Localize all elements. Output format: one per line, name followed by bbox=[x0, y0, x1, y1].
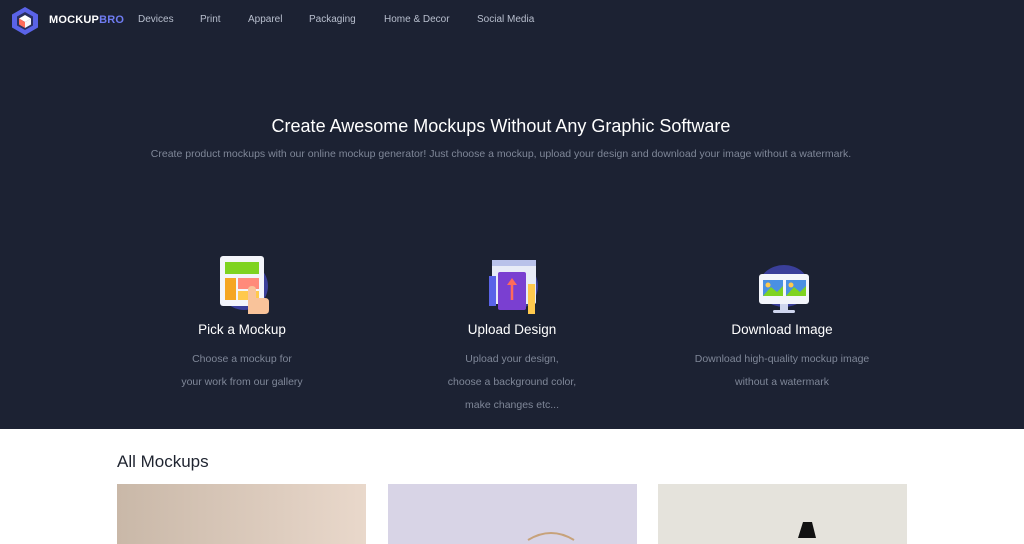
mockup-card[interactable] bbox=[658, 484, 907, 544]
hero-subline: Create product mockups with our online m… bbox=[150, 148, 852, 160]
step-title: Pick a Mockup bbox=[198, 322, 286, 337]
hero-headline: Create Awesome Mockups Without Any Graph… bbox=[271, 116, 731, 136]
hero-section: MOCKUPBRO Devices Print Apparel Packagin… bbox=[0, 0, 1024, 429]
nav-print[interactable]: Print bbox=[200, 14, 221, 25]
logo-icon[interactable] bbox=[10, 6, 40, 36]
step-description-line: your work from our gallery bbox=[181, 376, 303, 388]
nav-devices[interactable]: Devices bbox=[138, 14, 174, 25]
step-description: Choose a mockup for your work from our g… bbox=[112, 348, 372, 394]
step-description-line: choose a background color, bbox=[447, 376, 577, 388]
nav-packaging[interactable]: Packaging bbox=[309, 14, 356, 25]
section-title: All Mockups bbox=[117, 452, 209, 471]
brand-name[interactable]: MOCKUPBRO bbox=[49, 14, 124, 26]
download-image-icon bbox=[759, 265, 809, 313]
pick-mockup-icon bbox=[220, 256, 269, 314]
brand-name-accent: BRO bbox=[99, 14, 125, 26]
step-description-line: make changes etc... bbox=[465, 399, 559, 411]
mockup-card[interactable] bbox=[117, 484, 366, 544]
step-description-line: Download high-quality mockup image bbox=[694, 353, 870, 365]
step-title: Download Image bbox=[731, 322, 833, 337]
mockup-preview-image bbox=[527, 532, 575, 541]
nav-home-decor[interactable]: Home & Decor bbox=[384, 14, 450, 25]
step-description: Download high-quality mockup image witho… bbox=[652, 348, 912, 394]
step-description-line: Choose a mockup for bbox=[192, 353, 292, 365]
step-title: Upload Design bbox=[467, 322, 557, 337]
step-description: Upload your design, choose a background … bbox=[382, 348, 642, 417]
nav-apparel[interactable]: Apparel bbox=[248, 14, 282, 25]
top-navbar: MOCKUPBRO Devices Print Apparel Packagin… bbox=[0, 0, 1024, 40]
mockup-card[interactable] bbox=[388, 484, 637, 544]
step-description-line: without a watermark bbox=[735, 376, 829, 388]
mockup-preview-image bbox=[798, 522, 816, 538]
nav-social-media[interactable]: Social Media bbox=[477, 14, 534, 25]
brand-name-main: MOCKUP bbox=[49, 14, 100, 26]
upload-design-icon bbox=[489, 260, 538, 314]
step-description-line: Upload your design, bbox=[465, 353, 559, 365]
